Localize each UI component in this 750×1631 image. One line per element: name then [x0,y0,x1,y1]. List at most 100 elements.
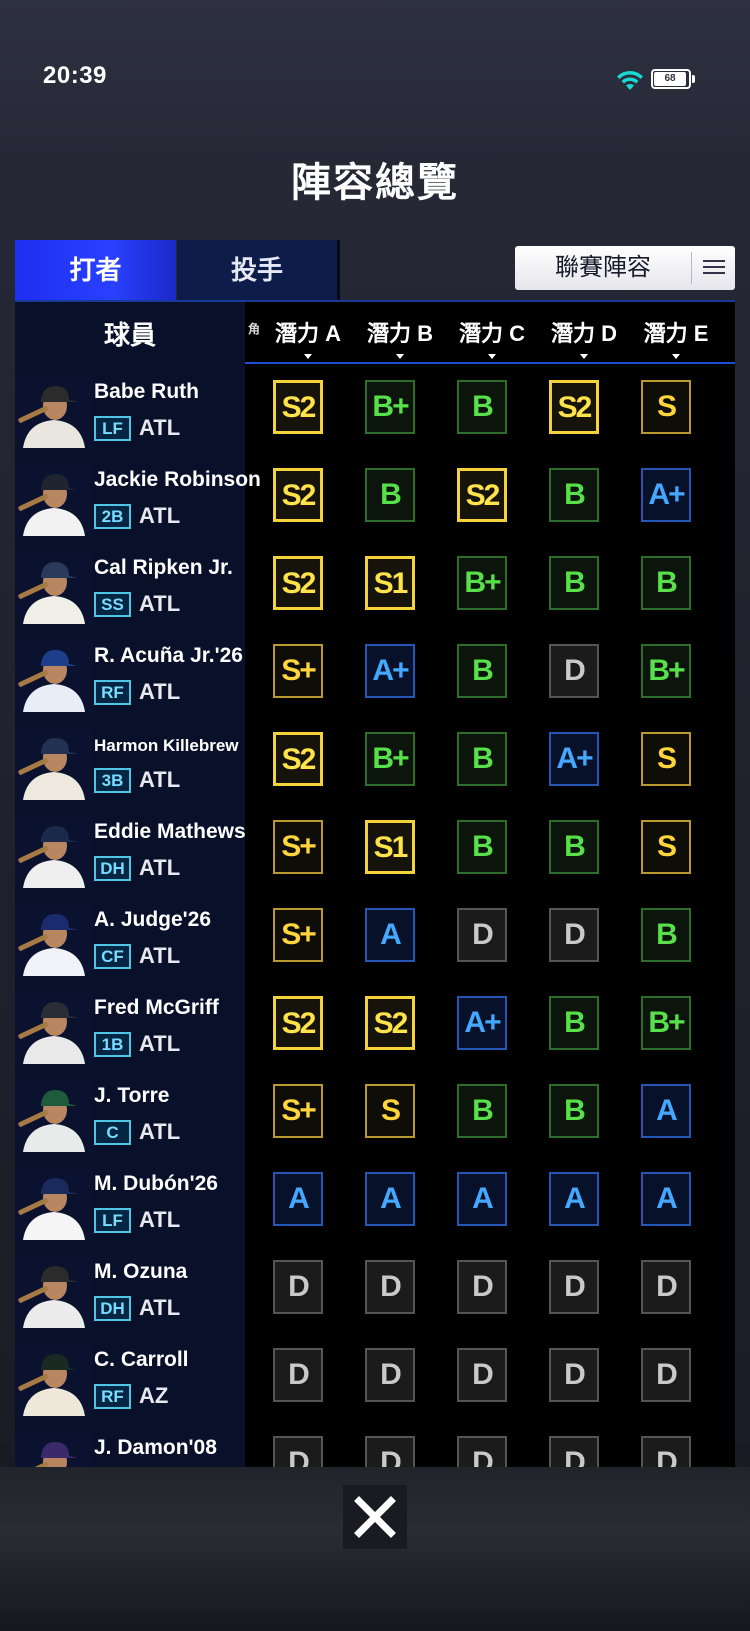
player-avatar [15,1342,93,1416]
potential-grade: B+ [365,380,415,434]
potential-grade: D [549,1260,599,1314]
divider [691,252,692,284]
potential-grade: S+ [273,1084,323,1138]
potential-grade: B+ [457,556,507,610]
player-avatar [15,374,93,448]
table-row[interactable]: Cal Ripken Jr. SS ATL S2 S1 B+ B B [15,540,735,628]
player-avatar [15,638,93,712]
player-name: Cal Ripken Jr. [94,556,233,579]
player-name: M. Ozuna [94,1260,188,1283]
potential-grade: D [273,1348,323,1402]
column-header-d[interactable]: 潛力 D [538,302,630,364]
potential-grade: D [457,908,507,962]
potential-grade: A [641,1084,691,1138]
player-avatar [15,1254,93,1328]
team-label: ATL [139,855,181,880]
team-label: ATL [139,591,181,616]
potential-grade: D [549,1348,599,1402]
page-title: 陣容總覽 [291,161,459,205]
team-label: ATL [139,767,181,792]
position-badge: LF [94,1208,131,1233]
table-row[interactable]: M. Dubón'26 LF ATL A A A A A [15,1156,735,1244]
potential-grade: B+ [365,732,415,786]
potential-grade: S2 [273,732,323,786]
potential-grade: B [457,820,507,874]
table-row[interactable]: J. Torre C ATL S+ S B B A [15,1068,735,1156]
position-badge: DH [94,1296,131,1321]
player-name: J. Torre [94,1084,170,1107]
tab-pitchers[interactable]: 投手 [177,240,340,300]
table-row[interactable]: Babe Ruth LF ATL S2 B+ B S2 S [15,364,735,452]
tab-hitters[interactable]: 打者 [15,240,176,300]
potential-grade: B [549,996,599,1050]
sort-arrow-icon [580,354,588,359]
potential-grade: B [549,820,599,874]
sort-arrow-icon [488,354,496,359]
team-label: ATL [139,1295,181,1320]
team-label: ATL [139,1119,181,1144]
table-row[interactable]: R. Acuña Jr.'26 RF ATL S+ A+ B D B+ [15,628,735,716]
potential-grade: D [365,1436,415,1467]
potential-grade: B [549,556,599,610]
close-button[interactable] [343,1485,407,1549]
league-lineup-button[interactable]: 聯賽陣容 [515,246,735,290]
table-row[interactable]: Jackie Robinson 2B ATL S2 B S2 B A+ [15,452,735,540]
potential-grade: B [549,1084,599,1138]
lineup-table[interactable]: 球員 角 潛力 A 潛力 B 潛力 C 潛力 D 潛力 E Babe Ruth L… [15,300,735,1467]
potential-grade: D [549,644,599,698]
potential-grade: D [457,1436,507,1467]
potential-grade: A [457,1172,507,1226]
table-row[interactable]: A. Judge'26 CF ATL S+ A D D B [15,892,735,980]
potential-grade: B [457,1084,507,1138]
status-time: 20:39 [43,62,107,89]
player-name: M. Dubón'26 [94,1172,218,1195]
player-name: R. Acuña Jr.'26 [94,644,243,667]
column-header-e[interactable]: 潛力 E [630,302,722,364]
column-header-b[interactable]: 潛力 B [354,302,446,364]
potential-grade: S+ [273,908,323,962]
table-row[interactable]: C. Carroll RF AZ D D D D D [15,1332,735,1420]
potential-grade: A [365,908,415,962]
player-name: Babe Ruth [94,380,199,403]
potential-grade: D [273,1436,323,1467]
team-label: ATL [139,1207,181,1232]
table-row[interactable]: Fred McGriff 1B ATL S2 S2 A+ B B+ [15,980,735,1068]
potential-grade: S [641,732,691,786]
potential-grade: D [641,1260,691,1314]
potential-grade: D [365,1348,415,1402]
potential-grade: A+ [549,732,599,786]
battery-icon: 68 [651,68,695,90]
position-badge: DH [94,856,131,881]
player-name: J. Damon'08 [94,1436,217,1459]
potential-grade: A+ [457,996,507,1050]
player-name: Fred McGriff [94,996,219,1019]
table-row[interactable]: J. Damon'08 D D D D D [15,1420,735,1467]
potential-grade: B [365,468,415,522]
potential-grade: B [549,468,599,522]
status-bar: 20:39 68 [0,0,750,160]
potential-grade: S1 [365,820,415,874]
potential-grade: S2 [365,996,415,1050]
column-header-c[interactable]: 潛力 C [446,302,538,364]
column-header-a[interactable]: 潛力 A [262,302,354,364]
potential-grade: B [641,908,691,962]
team-label: ATL [139,503,181,528]
potential-grade: B+ [641,644,691,698]
potential-grade: S+ [273,644,323,698]
table-row[interactable]: M. Ozuna DH ATL D D D D D [15,1244,735,1332]
menu-icon[interactable] [703,260,725,276]
potential-grade: S [641,380,691,434]
potential-grade: S2 [273,468,323,522]
player-avatar [15,462,93,536]
potential-grade: S2 [273,556,323,610]
potential-grade: S2 [457,468,507,522]
player-name: C. Carroll [94,1348,189,1371]
player-avatar [15,902,93,976]
table-row[interactable]: Harmon Killebrew 3B ATL S2 B+ B A+ S [15,716,735,804]
player-avatar [15,814,93,888]
potential-grade: D [641,1348,691,1402]
potential-grade: B+ [641,996,691,1050]
position-badge: CF [94,944,131,969]
player-name: Eddie Mathews [94,820,246,843]
table-row[interactable]: Eddie Mathews DH ATL S+ S1 B B S [15,804,735,892]
